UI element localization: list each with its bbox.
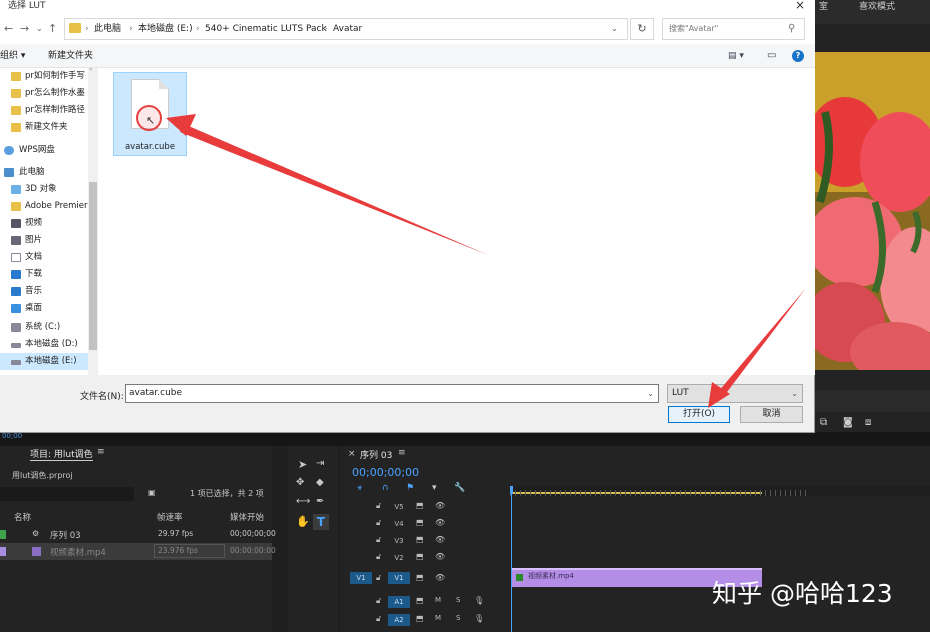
annotation-arrows [166, 114, 806, 408]
arrow-to-open [718, 288, 806, 396]
watermark: 知乎 @哈哈123 [712, 579, 893, 608]
arrow-to-file [180, 124, 488, 255]
